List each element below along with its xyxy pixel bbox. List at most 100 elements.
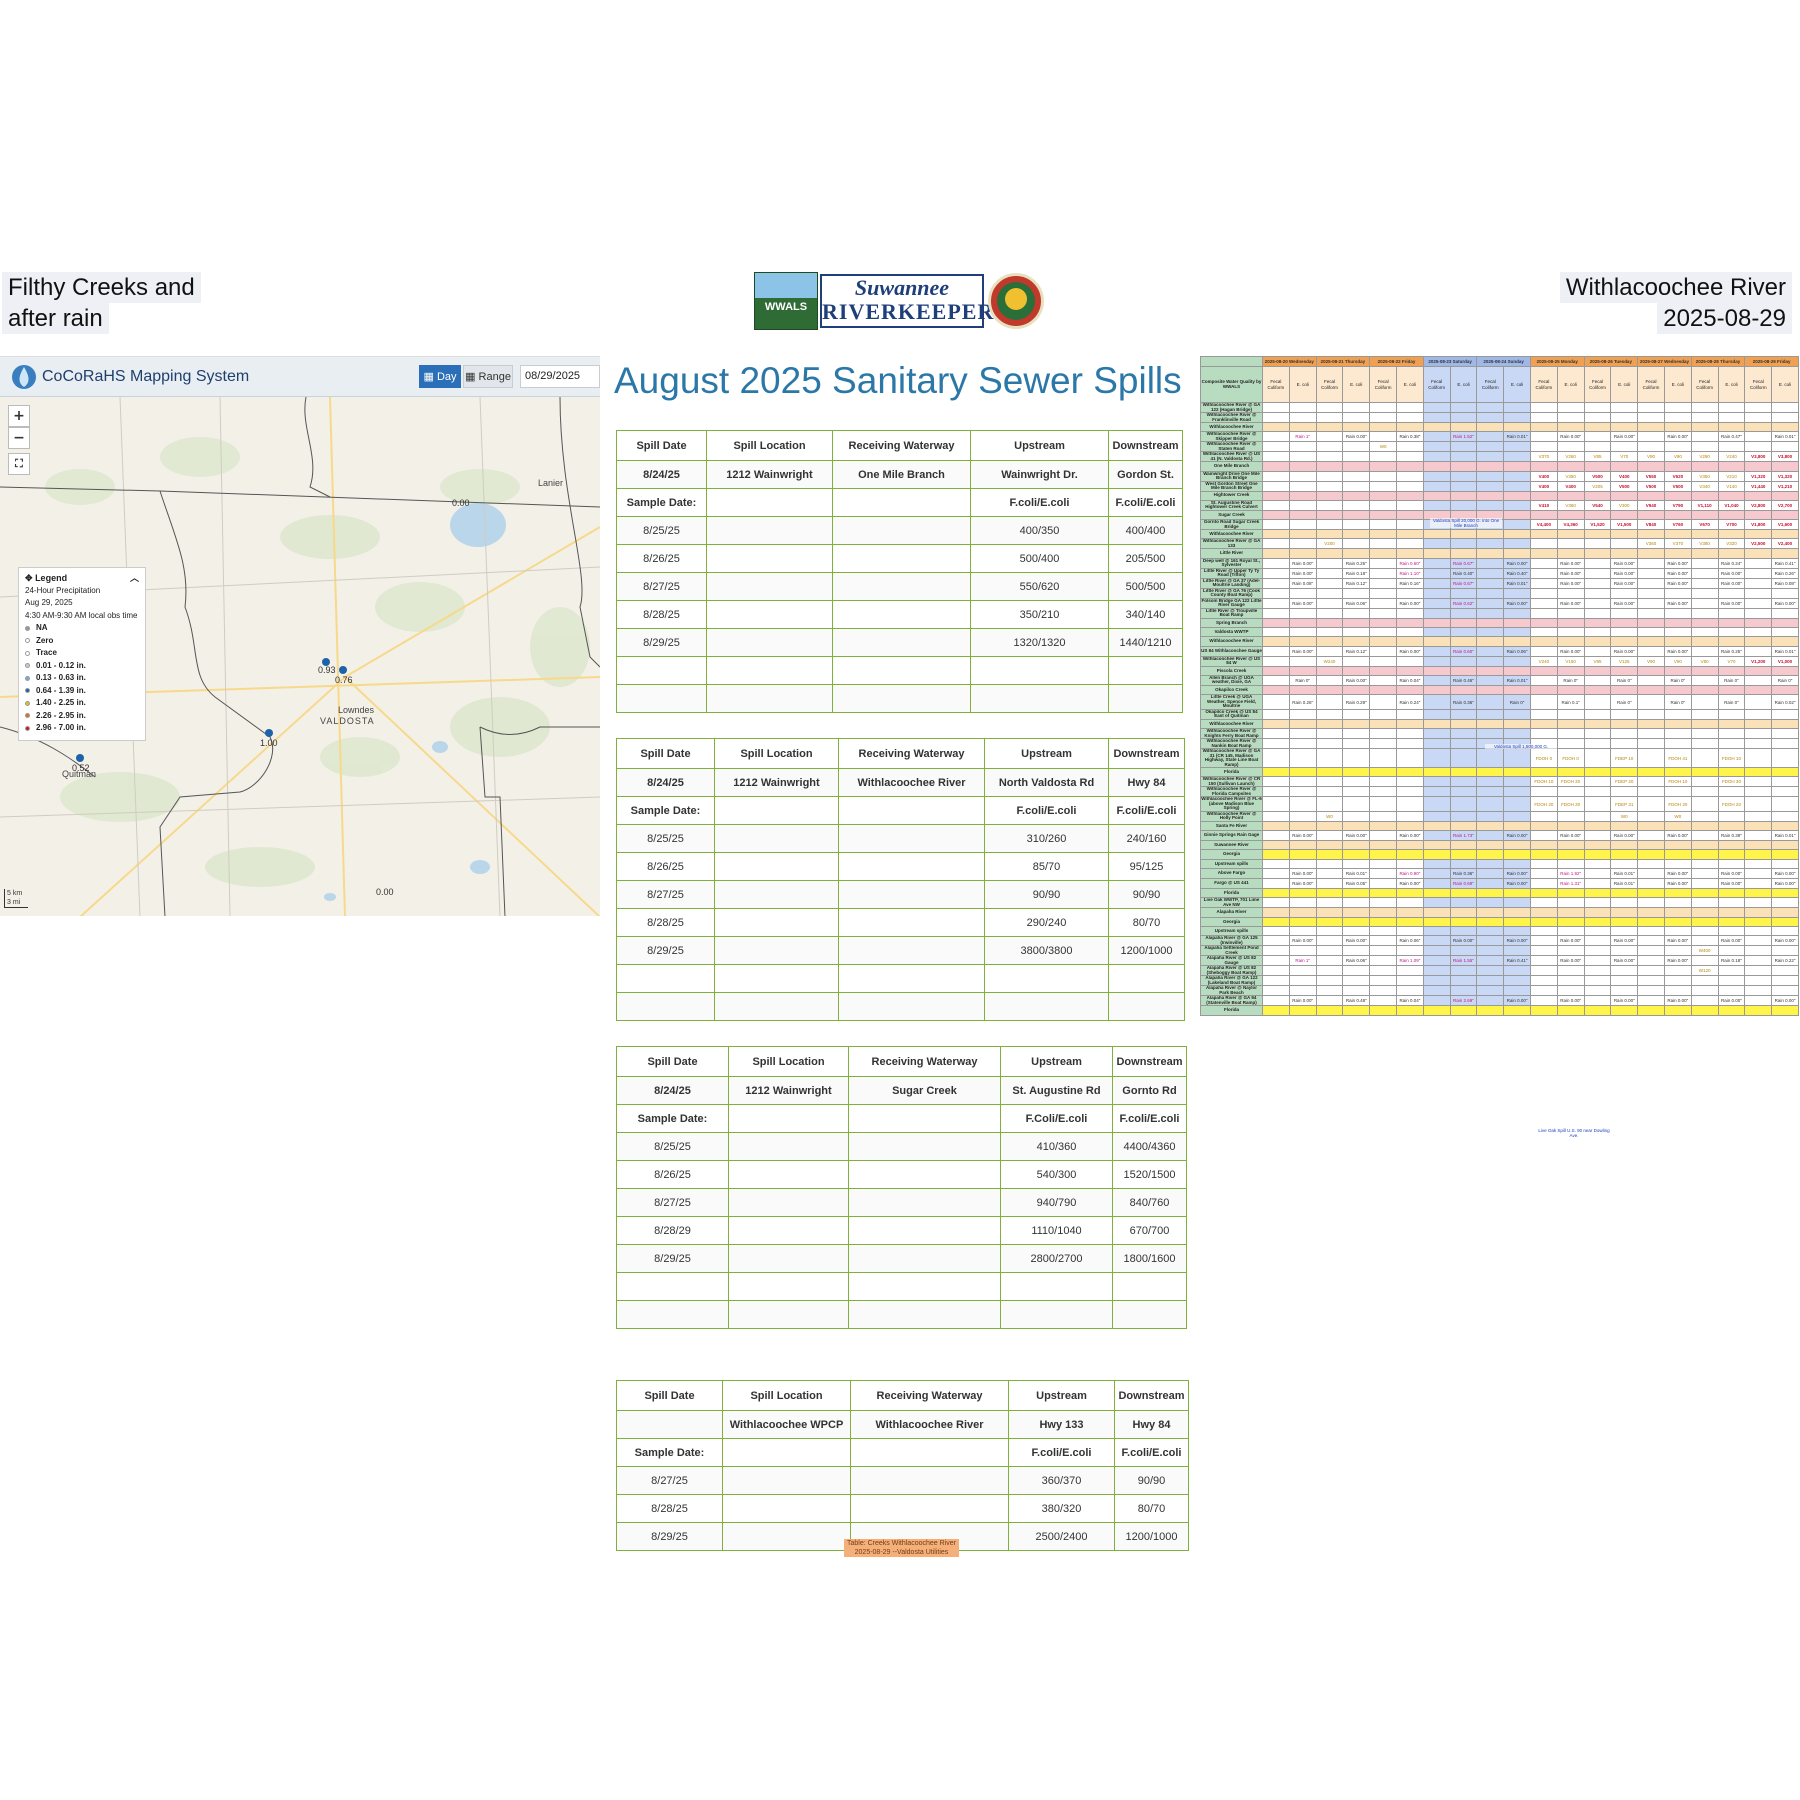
- sheet-cell: [1744, 786, 1773, 798]
- sheet-cell: [1771, 627, 1799, 638]
- table-cell: 8/24/25: [616, 1076, 729, 1105]
- sheet-cell: [1476, 665, 1505, 676]
- sheet-cell: [1369, 907, 1397, 918]
- day-toggle-button[interactable]: ▦ Day: [419, 365, 461, 388]
- sheet-cell: [1690, 786, 1719, 798]
- sheet-cell: [1583, 627, 1612, 638]
- sheet-cell: [1744, 529, 1773, 540]
- sheet-row: Alapaha River @ Naylor Park Beach: [1200, 985, 1799, 997]
- station-marker[interactable]: [339, 666, 347, 674]
- sheet-value: Rain 0.00": [1721, 570, 1742, 576]
- table-row: [616, 1272, 1187, 1301]
- sheet-row: Okapilco Creek @ US 84 East of Quitman: [1200, 708, 1799, 720]
- range-toggle-button[interactable]: ▦ Range: [463, 365, 513, 388]
- place-lanier: Lanier: [538, 478, 564, 488]
- sheet-cell: V1,040: [1717, 499, 1746, 511]
- sheet-value: Rain 0.00": [1774, 871, 1796, 877]
- sheet-cell: [1422, 796, 1451, 812]
- sheet-cell: [1395, 441, 1424, 453]
- sheet-cell: [1262, 878, 1290, 890]
- legend-header[interactable]: ✥ Legend ︿: [25, 572, 139, 585]
- sheet-row: Withlacoochee River @ Staten Road W0: [1200, 441, 1799, 453]
- sheet-value: Rain 0.00": [1613, 938, 1635, 944]
- sheet-cell: [1717, 840, 1746, 851]
- sheet-cell: [1315, 636, 1344, 647]
- zoom-in-button[interactable]: +: [8, 405, 30, 427]
- sheet-cell: [1690, 684, 1719, 696]
- spill-note: Valdosta Spill 1,500,000 G.: [1485, 744, 1557, 749]
- table-cell: [722, 1466, 851, 1495]
- sheet-row: Suwannee River: [1200, 840, 1799, 851]
- sheet-value: V1,800: [1751, 522, 1766, 528]
- sheet-cell: [1449, 587, 1478, 599]
- sheet-cell: [1288, 708, 1317, 720]
- sheet-cell: [1262, 577, 1290, 589]
- date-input[interactable]: 08/29/2025: [520, 365, 600, 388]
- sheet-cell: [1288, 461, 1317, 472]
- range-label: Range: [478, 371, 511, 383]
- sheet-cell: [1369, 421, 1397, 433]
- sheet-location: St. Augustine Road Hightower Creek Culve…: [1200, 499, 1263, 511]
- sheet-cell: [1476, 529, 1505, 540]
- sheet-cell: [1422, 776, 1451, 788]
- sheet-value: FDEP 31: [1615, 801, 1634, 807]
- sheet-value: V760: [1672, 522, 1684, 528]
- sheet-cell: [1288, 767, 1317, 778]
- table-cell: [616, 684, 707, 713]
- sheet-row: Little River: [1200, 548, 1799, 559]
- table-cell: 8/27/25: [616, 1188, 729, 1217]
- sheet-cell: [1690, 548, 1719, 559]
- sheet-location: Little Creek @ UGA Weather, Spence Field…: [1200, 694, 1263, 710]
- sheet-value: Rain 0.01": [1345, 871, 1367, 877]
- sheet-cell: [1342, 738, 1371, 750]
- sheet-cell: [1744, 995, 1773, 1007]
- sheet-cell: [1690, 888, 1719, 899]
- sheet-cell: [1395, 451, 1424, 463]
- sheet-cell: [1476, 995, 1505, 1007]
- sheet-cell: [1449, 907, 1478, 918]
- sheet-cell: [1395, 402, 1424, 413]
- sheet-cell: [1717, 858, 1746, 870]
- sheet-cell: [1744, 490, 1773, 501]
- legend-item-label: Trace: [36, 648, 57, 657]
- sheet-cell: Rain 0.18": [1342, 567, 1371, 579]
- sheet-cell: [1663, 607, 1692, 619]
- sheet-value: W400: [1698, 948, 1711, 954]
- sheet-cell: [1690, 587, 1719, 599]
- table-row: [616, 1300, 1187, 1329]
- sheet-corner: [1200, 356, 1263, 367]
- sheet-cell: V410: [1529, 499, 1558, 511]
- sheet-cell: [1690, 597, 1719, 609]
- sheet-value: Rain 0.01": [1613, 881, 1635, 887]
- sheet-cell: [1288, 665, 1317, 676]
- sheet-cell: [1476, 655, 1505, 667]
- sheet-cell: [1288, 636, 1317, 647]
- station-marker[interactable]: [265, 729, 273, 737]
- sheet-location: Florida: [1200, 1005, 1263, 1016]
- fullscreen-icon[interactable]: ⛶: [8, 453, 30, 475]
- sheet-value: Rain 0.00": [1613, 580, 1635, 586]
- legend-collapse-icon[interactable]: ︿: [130, 572, 139, 585]
- right-title: Withlacoochee River 2025-08-29: [1559, 272, 1792, 334]
- sheet-cell: [1262, 627, 1290, 638]
- sheet-cell: [1262, 470, 1290, 482]
- legend-item: 1.40 - 2.25 in.: [25, 697, 139, 710]
- sheet-cell: [1663, 738, 1692, 750]
- sheet-cell: [1503, 897, 1531, 909]
- sheet-value: Rain 0.00": [1345, 833, 1367, 839]
- sheet-cell: [1422, 557, 1451, 569]
- sheet-cell: [1288, 402, 1317, 413]
- sheet-cell: [1583, 431, 1612, 443]
- sheet-cell: [1503, 840, 1531, 851]
- sheet-row: Withlacoochee River @ GA 122 (Hagan Brid…: [1200, 402, 1799, 413]
- sheet-cell: Rain 0.67": [1449, 557, 1478, 569]
- table-cell: [722, 1522, 851, 1551]
- sheet-cell: [1262, 617, 1290, 629]
- sheet-cell: [1315, 858, 1344, 870]
- sheet-cell: Rain 0.06": [1342, 955, 1371, 967]
- station-marker[interactable]: [76, 754, 84, 762]
- sheet-cell: FDOH 0: [1529, 748, 1558, 769]
- cocorahs-map[interactable]: CoCoRaHS Mapping System ▦ Day ▦ Range 08…: [0, 356, 600, 916]
- zoom-out-button[interactable]: −: [8, 427, 30, 449]
- sheet-cell: [1637, 490, 1665, 501]
